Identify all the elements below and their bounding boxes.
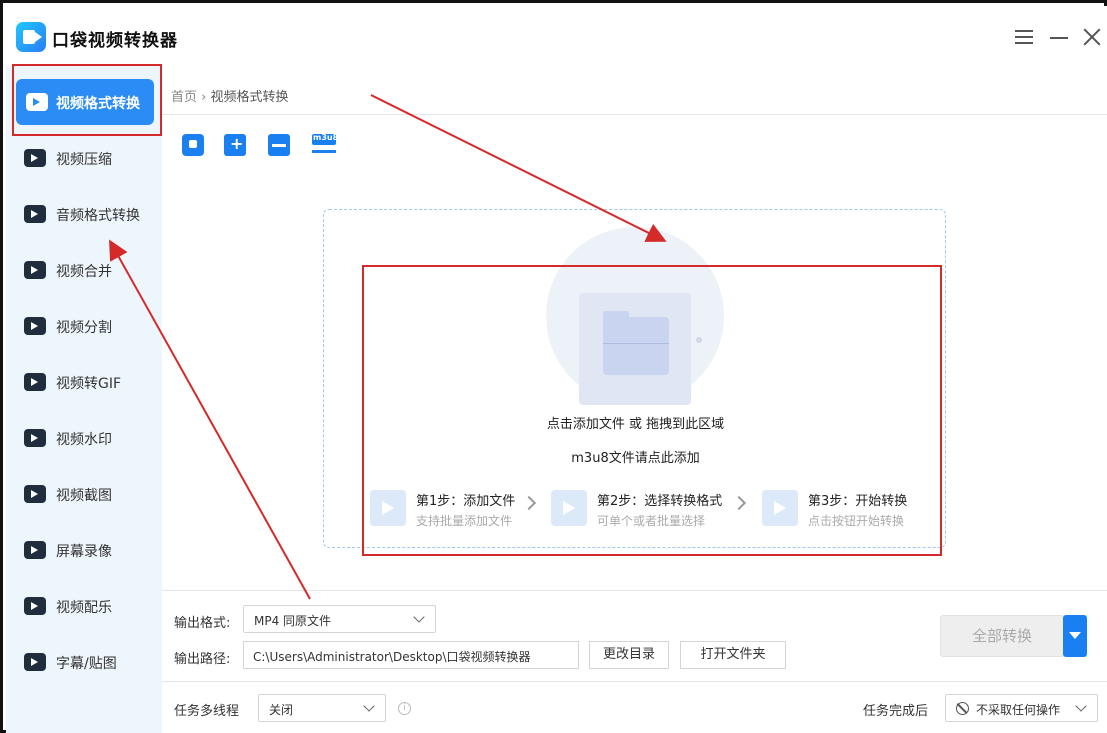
step-title: 第2步：选择转换格式 <box>597 494 723 509</box>
split-icon <box>24 317 46 335</box>
multithread-value: 关闭 <box>269 703 294 717</box>
drop-instruction[interactable]: 点击添加文件 或 拖拽到此区域 <box>324 413 947 432</box>
convert-options-dropdown[interactable] <box>1063 615 1087 657</box>
multithread-label: 任务多线程 <box>174 704 240 719</box>
sidebar-item-subtitle[interactable]: 字幕/贴图 <box>6 640 162 684</box>
app-logo-icon <box>16 22 46 52</box>
start-convert-step-icon <box>762 490 798 526</box>
output-path-label: 输出路径: <box>174 652 231 667</box>
file-drop-zone[interactable]: 点击添加文件 或 拖拽到此区域 m3u8文件请点此添加 第1步：添加文件 支持批… <box>323 209 946 548</box>
sidebar-item-label: 视频压缩 <box>56 152 112 168</box>
audio-convert-icon <box>24 205 46 223</box>
sidebar-item-video-split[interactable]: 视频分割 <box>6 304 162 348</box>
sidebar: 视频格式转换 视频压缩 音频格式转换 视频合并 视频分割 视频转GIF 视频水印 <box>6 66 162 733</box>
breadcrumb-home[interactable]: 首页 <box>171 90 197 105</box>
sidebar-item-label: 视频截图 <box>56 488 112 504</box>
output-path-value: C:\Users\Administrator\Desktop\口袋视频转换器 <box>253 650 531 664</box>
sidebar-item-video-screenshot[interactable]: 视频截图 <box>6 472 162 516</box>
close-icon[interactable] <box>1079 24 1105 50</box>
step-desc: 可单个或者批量选择 <box>597 514 706 528</box>
open-folder-button[interactable]: 打开文件夹 <box>680 641 786 669</box>
select-format-step-icon <box>551 490 587 526</box>
after-complete-label: 任务完成后 <box>863 704 929 719</box>
sidebar-item-label: 视频合并 <box>56 264 112 280</box>
sidebar-item-audio-convert[interactable]: 音频格式转换 <box>6 192 162 236</box>
add-video-button[interactable] <box>182 134 204 156</box>
breadcrumb: 首页 › 视频格式转换 <box>171 86 289 105</box>
sidebar-item-video-music[interactable]: 视频配乐 <box>6 584 162 628</box>
merge-icon <box>24 261 46 279</box>
sidebar-item-label: 视频转GIF <box>56 376 122 392</box>
app-title: 口袋视频转换器 <box>52 31 178 51</box>
step-desc: 点击按钮开始转换 <box>808 514 905 528</box>
add-folder-button[interactable] <box>224 134 246 156</box>
step-desc: 支持批量添加文件 <box>416 514 513 528</box>
divider <box>162 590 1107 591</box>
app-window: 口袋视频转换器 视频格式转换 视频压缩 音频格式转换 视频合并 视频分割 视频转… <box>0 0 1107 733</box>
watermark-icon <box>24 429 46 447</box>
output-format-value: MP4 同原文件 <box>254 614 332 628</box>
sidebar-item-screen-record[interactable]: 屏幕录像 <box>6 528 162 572</box>
info-icon[interactable]: i <box>398 702 411 715</box>
multithread-select[interactable]: 关闭 <box>258 694 386 722</box>
music-icon <box>24 597 46 615</box>
breadcrumb-current: 视频格式转换 <box>210 90 289 105</box>
video-convert-icon <box>26 93 48 111</box>
sidebar-item-video-merge[interactable]: 视频合并 <box>6 248 162 292</box>
sidebar-item-video-watermark[interactable]: 视频水印 <box>6 416 162 460</box>
m3u8-underline <box>312 150 336 153</box>
folder-icon <box>603 311 669 375</box>
sidebar-item-video-convert[interactable]: 视频格式转换 <box>16 79 154 125</box>
sidebar-item-video-gif[interactable]: 视频转GIF <box>6 360 162 404</box>
sidebar-item-label: 视频格式转换 <box>56 96 140 112</box>
chevron-right-icon <box>521 495 537 511</box>
step-1: 第1步：添加文件 支持批量添加文件 <box>370 490 520 530</box>
sidebar-item-label: 视频配乐 <box>56 600 112 616</box>
compress-icon <box>24 149 46 167</box>
screenshot-icon <box>24 485 46 503</box>
main-panel: 首页 › 视频格式转换 m3u8 点击添加文件 或 拖拽到此区域 m3u8文件请… <box>162 66 1107 733</box>
gif-icon <box>24 373 46 391</box>
title-bar: 口袋视频转换器 <box>6 6 1107 66</box>
breadcrumb-separator: › <box>201 90 207 105</box>
after-complete-select[interactable]: 不采取任何操作 <box>945 694 1098 722</box>
add-m3u8-button[interactable]: m3u8 <box>312 133 339 158</box>
sidebar-item-label: 视频水印 <box>56 432 112 448</box>
menu-icon[interactable] <box>1011 24 1037 50</box>
minimize-icon[interactable] <box>1046 24 1072 50</box>
chevron-down-icon <box>1075 700 1087 712</box>
add-file-step-icon <box>370 490 406 526</box>
subtitle-icon <box>24 653 46 671</box>
output-format-select[interactable]: MP4 同原文件 <box>243 605 436 633</box>
divider <box>162 681 1107 682</box>
screen-record-icon <box>24 541 46 559</box>
clear-list-button[interactable] <box>268 134 290 156</box>
convert-all-button[interactable]: 全部转换 <box>940 615 1064 657</box>
step-title: 第1步：添加文件 <box>416 494 516 509</box>
sidebar-item-label: 字幕/贴图 <box>56 656 117 672</box>
ban-icon <box>956 702 969 715</box>
chevron-down-icon <box>363 700 375 712</box>
drop-dot <box>696 337 702 343</box>
after-complete-value: 不采取任何操作 <box>976 703 1061 717</box>
chevron-down-icon <box>413 611 425 623</box>
output-path-field[interactable]: C:\Users\Administrator\Desktop\口袋视频转换器 <box>243 641 579 669</box>
step-2: 第2步：选择转换格式 可单个或者批量选择 <box>551 490 736 530</box>
sidebar-item-label: 音频格式转换 <box>56 208 140 224</box>
output-format-label: 输出格式: <box>174 616 231 631</box>
step-title: 第3步：开始转换 <box>808 494 908 509</box>
sidebar-item-label: 屏幕录像 <box>56 544 112 560</box>
step-3: 第3步：开始转换 点击按钮开始转换 <box>762 490 922 530</box>
divider <box>162 114 1107 115</box>
drop-illustration <box>546 227 724 405</box>
m3u8-add-link[interactable]: m3u8文件请点此添加 <box>324 447 947 466</box>
change-directory-button[interactable]: 更改目录 <box>589 641 669 669</box>
m3u8-label: m3u8 <box>313 133 339 142</box>
m3u8-icon: m3u8 <box>312 133 339 145</box>
sidebar-item-video-compress[interactable]: 视频压缩 <box>6 136 162 180</box>
sidebar-item-label: 视频分割 <box>56 320 112 336</box>
